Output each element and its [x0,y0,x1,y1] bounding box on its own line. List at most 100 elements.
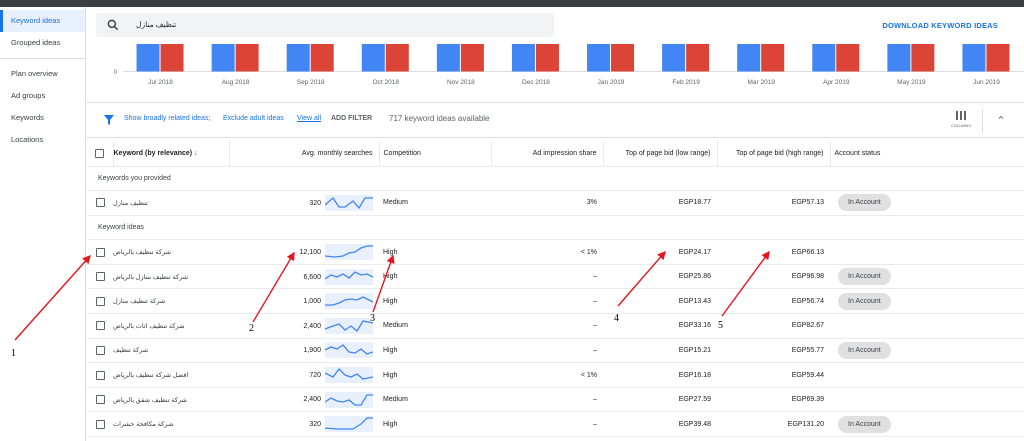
table-row[interactable]: شركة تنظيف 1,900 High – EGP15.21 EGP55.77 In A… [87,338,1024,364]
table-row[interactable]: شركة تنظيف بالرياض 12,100 High < 1% EGP24.17… [87,239,1024,265]
table-row[interactable]: شركة تنظيف شقق بالرياض 2,400 Medium – EGP27.… [87,387,1024,413]
annotation-label-5: 5 [718,320,723,331]
trend-sparkline[interactable] [325,293,373,310]
trend-sparkline[interactable] [325,367,373,384]
table-row[interactable]: تنظيف منازل 320 Medium 3% EGP18.77 EGP57.13 In… [87,190,1024,216]
table-row[interactable]: شركة تنظيف منازل بالرياض 6,600 High – EGP25.… [87,264,1024,290]
filter-icon[interactable] [103,114,115,126]
sidebar-item-plan-overview[interactable]: Plan overview [0,63,85,85]
bid-low-cell: EGP18.77 [603,190,717,216]
column-header-account-status[interactable]: Account status [830,141,1024,167]
chart-bar[interactable] [235,44,259,72]
column-header-keyword[interactable]: Keyword (by relevance) ↓ [113,141,230,167]
y-axis-tick-0: 0 [114,70,118,76]
chart-bar[interactable] [986,44,1010,72]
select-all-checkbox[interactable] [95,148,105,158]
account-status-cell [830,362,1024,388]
trend-sparkline[interactable] [325,244,373,261]
chart-bar[interactable] [962,44,986,72]
chart-bar[interactable] [310,44,334,72]
row-checkbox[interactable] [95,198,105,208]
sidebar-item-keyword-ideas[interactable]: Keyword ideas [0,10,85,32]
chart-bar[interactable] [887,44,911,72]
row-checkbox[interactable] [95,272,105,282]
chart-bar[interactable] [385,44,409,72]
column-header-bid-high[interactable]: Top of page bid (high range) [717,141,831,167]
bid-low-cell: EGP25.86 [603,264,717,290]
trend-sparkline[interactable] [325,416,373,433]
download-keyword-ideas-button[interactable]: DOWNLOAD KEYWORD IDEAS [882,21,998,30]
row-checkbox[interactable] [95,395,105,405]
chart-bar[interactable] [511,44,535,72]
account-status-cell: In Account [830,264,1024,290]
impression-share-cell: < 1% [491,362,603,388]
account-status-cell: In Account [830,288,1024,315]
searches-cell: 320 [229,411,379,438]
chart-bar[interactable] [460,44,484,72]
column-header-bid-low[interactable]: Top of page bid (low range) [603,141,718,167]
trend-sparkline[interactable] [325,194,373,211]
row-checkbox[interactable] [95,419,105,429]
x-axis-tick-label: Aug 2018 [222,79,250,86]
sidebar-item-locations[interactable]: Locations [0,129,85,151]
bid-high-cell: EGP59.44 [717,362,830,388]
search-value: تنظيف منازل [136,20,177,29]
x-axis-tick-label: Apr 2019 [823,79,850,86]
table-row[interactable]: شركة تنظيف منازل 1,000 High – EGP13.43 EGP56.… [87,288,1024,315]
chart-bar[interactable] [662,44,686,72]
bid-high-cell: EGP57.13 [717,190,830,216]
chart-bar[interactable] [812,44,836,72]
bid-high-cell: EGP69.39 [717,387,830,413]
trend-sparkline[interactable] [325,268,373,285]
add-filter-button[interactable]: ADD FILTER [331,115,372,122]
chart-bar[interactable] [761,44,785,72]
column-header-impression-share[interactable]: Ad impression share [491,141,604,167]
row-checkbox[interactable] [95,345,105,355]
collapse-chevron-icon[interactable]: ⌃ [992,112,1010,130]
chart-bar[interactable] [361,44,385,72]
chart-bar[interactable] [737,44,761,72]
chart-bar[interactable] [686,44,710,72]
chart-bar[interactable] [911,44,935,72]
column-header-competition[interactable]: Competition [379,141,492,167]
row-checkbox[interactable] [95,296,105,306]
view-all-link[interactable]: View all [297,115,321,122]
trend-sparkline[interactable] [325,391,373,408]
chart-bar[interactable] [136,44,160,72]
exclude-adult-ideas-link[interactable]: Exclude adult ideas [223,115,284,122]
searches-value: 12,100 [299,248,321,256]
sidebar-item-keywords[interactable]: Keywords [0,107,85,129]
row-checkbox[interactable] [95,321,105,331]
table-row[interactable]: شركة مكافحة حشرات 320 High – EGP39.48 EGP131.… [87,411,1024,438]
trend-sparkline[interactable] [325,317,373,334]
trend-sparkline[interactable] [325,342,373,359]
impression-share-cell: – [491,411,603,438]
sidebar-item-ad-groups[interactable]: Ad groups [0,85,85,107]
table-row[interactable]: افضل شركة تنظيف بالرياض 720 High < 1% EGP16.… [87,362,1024,388]
columns-button[interactable]: COLUMNS [950,111,972,128]
chart-bar[interactable] [611,44,635,72]
in-account-badge: In Account [838,268,891,286]
chart-bar[interactable] [587,44,611,72]
sidebar-item-grouped-ideas[interactable]: Grouped ideas [0,32,85,54]
chart-bar[interactable] [535,44,559,72]
bid-high-cell: EGP55.77 [717,338,830,364]
bid-high-cell: EGP66.13 [717,239,830,265]
broad-ideas-filter-link[interactable]: Show broadly related ideas; [124,115,210,122]
row-checkbox[interactable] [95,370,105,380]
chart-bar[interactable] [836,44,860,72]
row-checkbox[interactable] [95,247,105,257]
chart-bar[interactable] [160,44,184,72]
keyword-cell: شركة تنظيف شقق بالرياض [113,387,229,413]
column-header-searches[interactable]: Avg. monthly searches [229,141,380,167]
chart-bar[interactable] [211,44,235,72]
chart-bar[interactable] [286,44,310,72]
keyword-search-input[interactable]: تنظيف منازل [96,13,554,37]
searches-value: 2,400 [303,322,321,330]
annotation-label-2: 2 [249,323,254,334]
account-status-cell [830,387,1024,413]
chart-bar[interactable] [436,44,460,72]
impression-share-cell: 3% [491,190,603,216]
competition-cell: Medium [379,387,491,413]
table-row[interactable]: شركة تنظيف اثاث بالرياض 2,400 Medium – EGP33… [87,313,1024,339]
